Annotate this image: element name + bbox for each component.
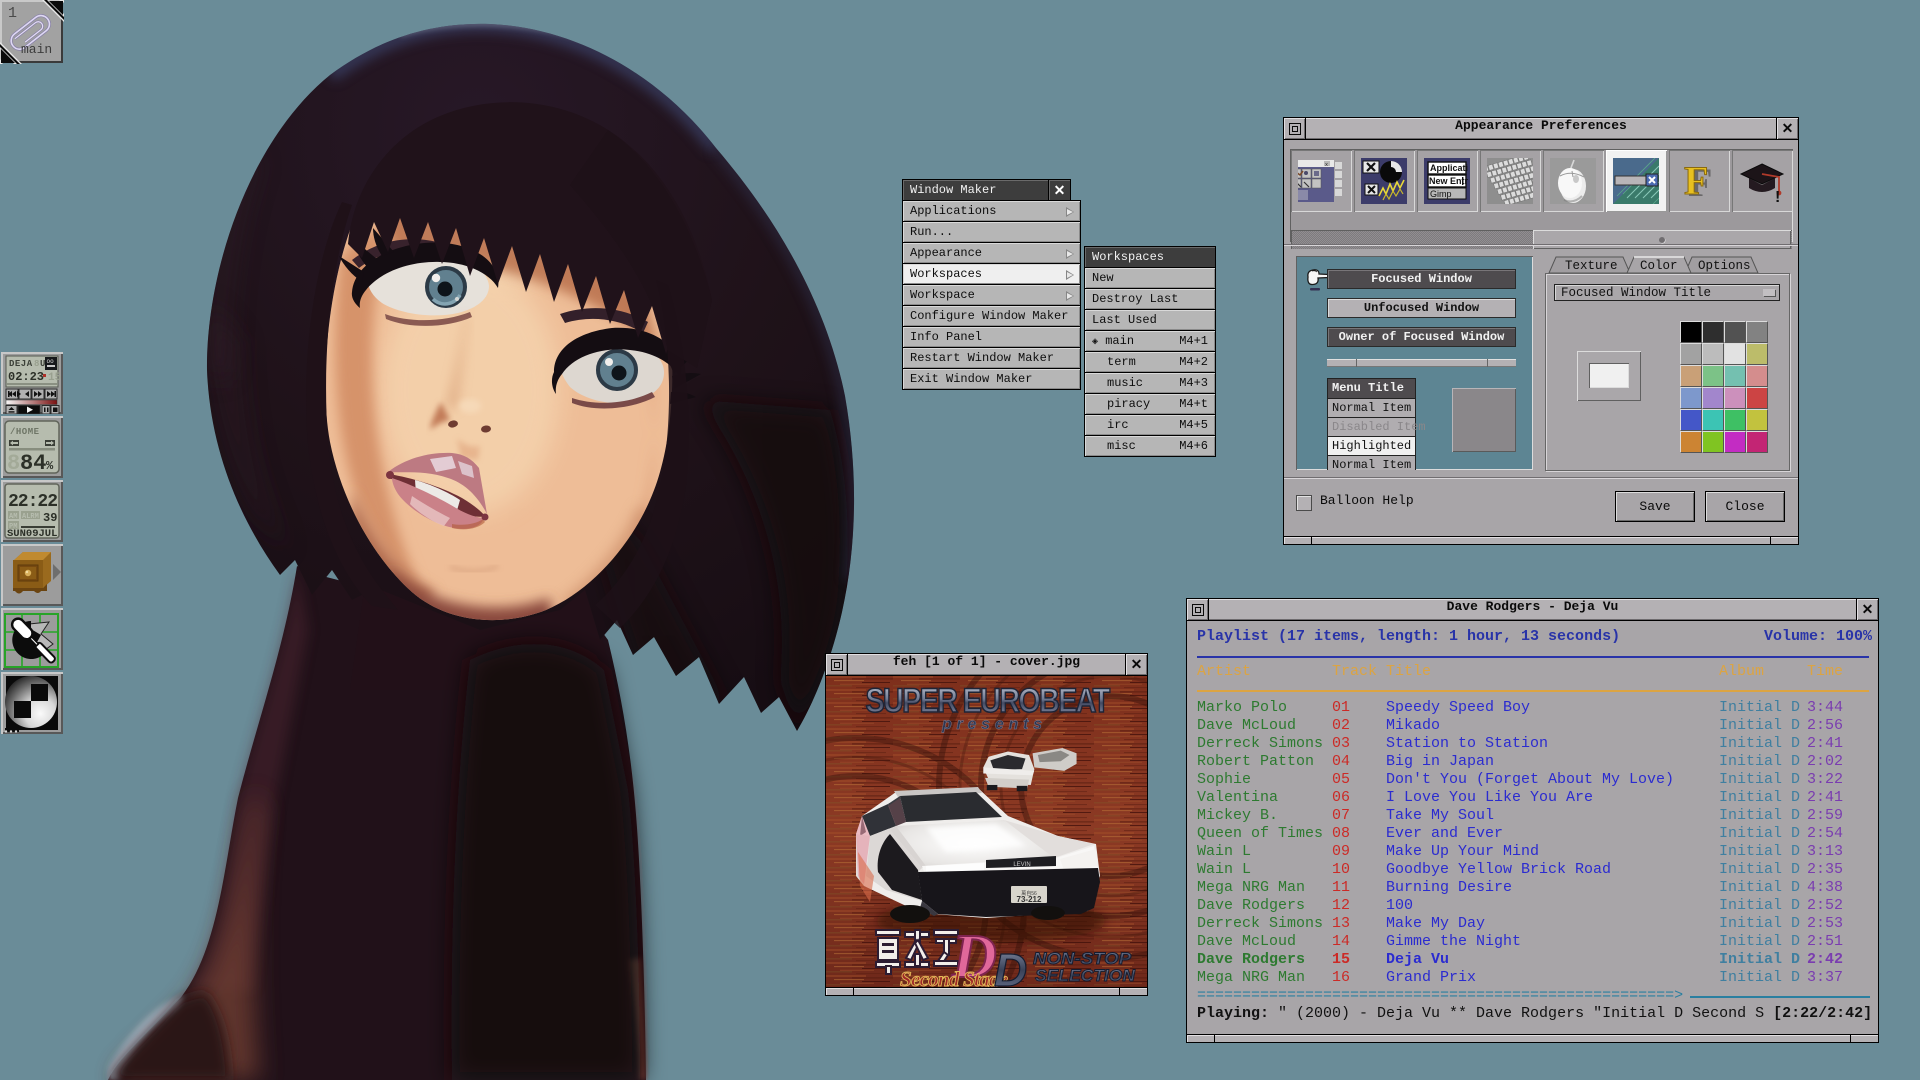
svg-text:Second Stage: Second Stage — [900, 967, 1008, 988]
svg-text:1: 1 — [8, 5, 17, 22]
svg-text:Applicati: Applicati — [1430, 163, 1468, 173]
svg-text:F: F — [1684, 158, 1708, 203]
svg-text:22:22: 22:22 — [8, 492, 57, 512]
svg-text:15: 15 — [48, 372, 62, 384]
svg-text:73-212: 73-212 — [1017, 895, 1042, 904]
svg-text:DEJA: DEJA — [9, 359, 33, 369]
svg-text:AM: AM — [9, 513, 17, 521]
svg-text:02:23: 02:23 — [8, 370, 44, 384]
svg-text:84: 84 — [20, 451, 46, 476]
svg-text:SELECTION: SELECTION — [1035, 966, 1136, 985]
svg-text:x: x — [1325, 162, 1328, 168]
svg-text:39: 39 — [43, 511, 57, 525]
svg-text:Color: Color — [1640, 259, 1678, 273]
svg-text:Options: Options — [1698, 259, 1751, 273]
svg-text:SUPER EUROBEAT: SUPER EUROBEAT — [866, 682, 1111, 720]
svg-text:SUN09JUL: SUN09JUL — [7, 528, 57, 540]
svg-text:LEVIN: LEVIN — [1013, 862, 1030, 868]
svg-text:Gimp: Gimp — [1430, 189, 1452, 199]
svg-text:8: 8 — [7, 451, 20, 476]
svg-text:main: main — [21, 42, 52, 57]
svg-text:oo: oo — [47, 358, 55, 365]
svg-text:U: U — [40, 359, 45, 369]
svg-text:!: ! — [1775, 189, 1780, 204]
svg-text:%: % — [46, 459, 54, 473]
svg-text:Texture: Texture — [1565, 259, 1618, 273]
svg-text:D: D — [994, 944, 1027, 988]
svg-text:/HOME: /HOME — [10, 427, 40, 437]
svg-text:ALRM: ALRM — [22, 513, 39, 521]
svg-text:8: 8 — [34, 359, 39, 369]
